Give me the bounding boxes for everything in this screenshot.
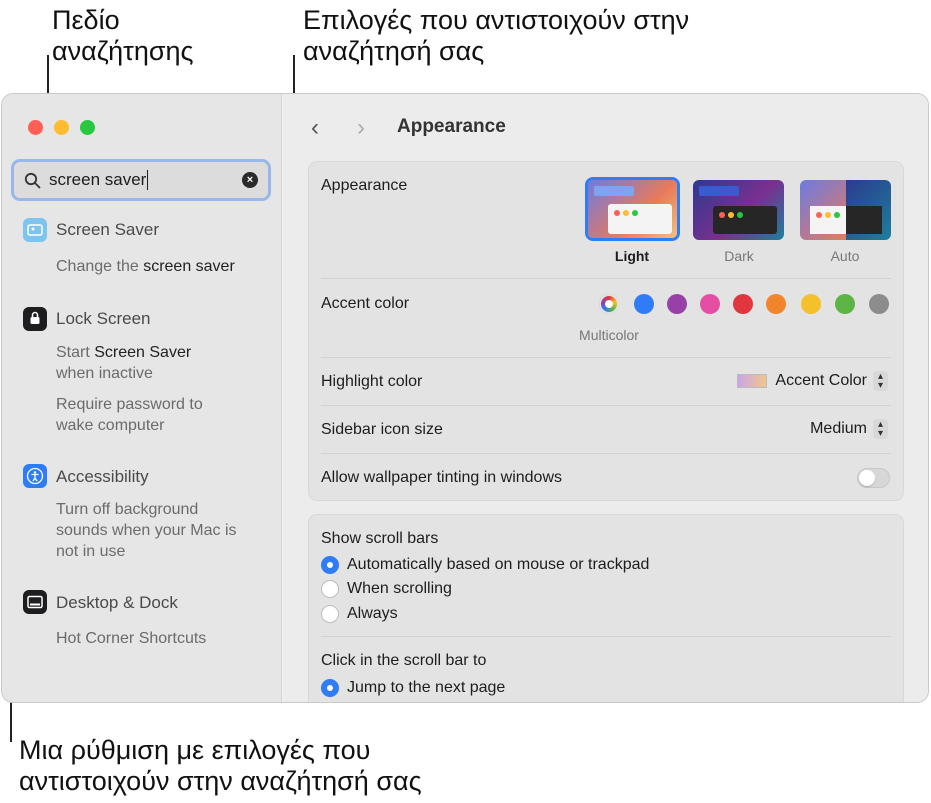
callout-matching-options: Επιλογές που αντιστοιχούν στην αναζήτησή… [303, 5, 690, 66]
click-scroll-bar-label: Click in the scroll bar to [321, 652, 487, 669]
accent-red-swatch[interactable] [733, 294, 753, 314]
page-title: Appearance [397, 116, 506, 137]
search-icon [24, 172, 41, 188]
highlight-swatch [737, 374, 768, 388]
separator [321, 405, 891, 406]
appearance-dark-thumb[interactable] [693, 180, 784, 240]
sidebar-icon-size-popup[interactable]: Medium ▴ ▾ [810, 419, 888, 439]
back-arrow-icon[interactable]: ‹ [311, 114, 319, 142]
minimize-window-button[interactable] [54, 120, 69, 135]
result-title-lock-screen[interactable]: Lock Screen [56, 309, 151, 329]
appearance-auto-label: Auto [830, 248, 860, 264]
accent-purple-swatch[interactable] [667, 294, 687, 314]
chevron-updown-icon: ▴ ▾ [873, 371, 888, 391]
separator [321, 357, 891, 358]
accent-multicolor-swatch[interactable] [599, 294, 619, 314]
content-pane: ‹ › Appearance Appearance Light Dark Aut… [283, 94, 928, 702]
callout-setting-with-options: Μια ρύθμιση με επιλογές που αντιστοιχούν… [19, 735, 422, 796]
wallpaper-tinting-toggle[interactable] [857, 468, 890, 488]
search-input[interactable]: screen saver [49, 170, 146, 190]
appearance-label: Appearance [321, 177, 408, 194]
result-title-screen-saver[interactable]: Screen Saver [56, 220, 159, 240]
radio-automatic-label[interactable]: Automatically based on mouse or trackpad [347, 556, 649, 574]
appearance-group: Appearance Light Dark Auto Accent color … [308, 161, 904, 501]
result-title-desktop-dock[interactable]: Desktop & Dock [56, 593, 178, 613]
appearance-light-thumb[interactable] [585, 177, 680, 241]
lock-icon [23, 307, 47, 331]
highlight-color-label: Highlight color [321, 373, 423, 390]
accent-blue-swatch[interactable] [634, 294, 654, 314]
accent-graphite-swatch[interactable] [869, 294, 889, 314]
radio-when-scrolling-label[interactable]: When scrolling [347, 580, 452, 598]
show-scroll-bars-label: Show scroll bars [321, 530, 439, 547]
radio-jump-next-page[interactable] [321, 679, 339, 697]
radio-jump-next-page-label[interactable]: Jump to the next page [347, 679, 505, 697]
radio-when-scrolling[interactable] [321, 580, 339, 598]
highlight-color-value: Accent Color [775, 372, 867, 389]
clear-search-icon[interactable]: × [242, 172, 258, 188]
result-sub-start-screen-saver[interactable]: Start Screen Saver when inactive [56, 342, 271, 384]
separator [321, 636, 891, 637]
callout-search-field: Πεδίο αναζήτησης [52, 5, 194, 66]
result-sub-background-sounds[interactable]: Turn off background sounds when your Mac… [56, 499, 271, 562]
radio-always-label[interactable]: Always [347, 605, 398, 623]
accent-color-label: Accent color [321, 295, 410, 312]
separator [321, 278, 891, 279]
result-title-accessibility[interactable]: Accessibility [56, 467, 149, 487]
result-sub-require-password[interactable]: Require password to wake computer [56, 394, 271, 436]
accent-pink-swatch[interactable] [700, 294, 720, 314]
result-sub-change-screen-saver[interactable]: Change the screen saver [56, 256, 271, 277]
accent-green-swatch[interactable] [835, 294, 855, 314]
accent-orange-swatch[interactable] [766, 294, 786, 314]
appearance-light-label: Light [614, 248, 650, 264]
highlight-color-popup[interactable]: Accent Color ▴ ▾ [737, 371, 888, 391]
settings-window: screen saver × Screen Saver Change the s… [1, 93, 929, 703]
forward-arrow-icon[interactable]: › [357, 114, 365, 142]
zoom-window-button[interactable] [80, 120, 95, 135]
accent-selected-name: Multicolor [579, 327, 639, 343]
appearance-auto-thumb[interactable] [800, 180, 891, 240]
icon-size-value: Medium [810, 420, 867, 437]
separator [321, 453, 891, 454]
text-caret [147, 170, 149, 190]
radio-always[interactable] [321, 605, 339, 623]
desktop-dock-icon [23, 590, 47, 614]
sidebar-icon-size-label: Sidebar icon size [321, 421, 443, 438]
accessibility-icon [23, 464, 47, 488]
screen-saver-icon [23, 218, 47, 242]
wallpaper-tinting-label: Allow wallpaper tinting in windows [321, 469, 563, 486]
accent-yellow-swatch[interactable] [801, 294, 821, 314]
result-sub-hot-corners[interactable]: Hot Corner Shortcuts [56, 628, 271, 649]
close-window-button[interactable] [28, 120, 43, 135]
radio-automatic[interactable] [321, 556, 339, 574]
sidebar: screen saver × Screen Saver Change the s… [2, 94, 282, 702]
search-field[interactable]: screen saver × [11, 159, 271, 201]
chevron-updown-icon: ▴ ▾ [873, 419, 888, 439]
appearance-dark-label: Dark [724, 248, 754, 264]
scroll-group: Show scroll bars Automatically based on … [308, 514, 904, 702]
